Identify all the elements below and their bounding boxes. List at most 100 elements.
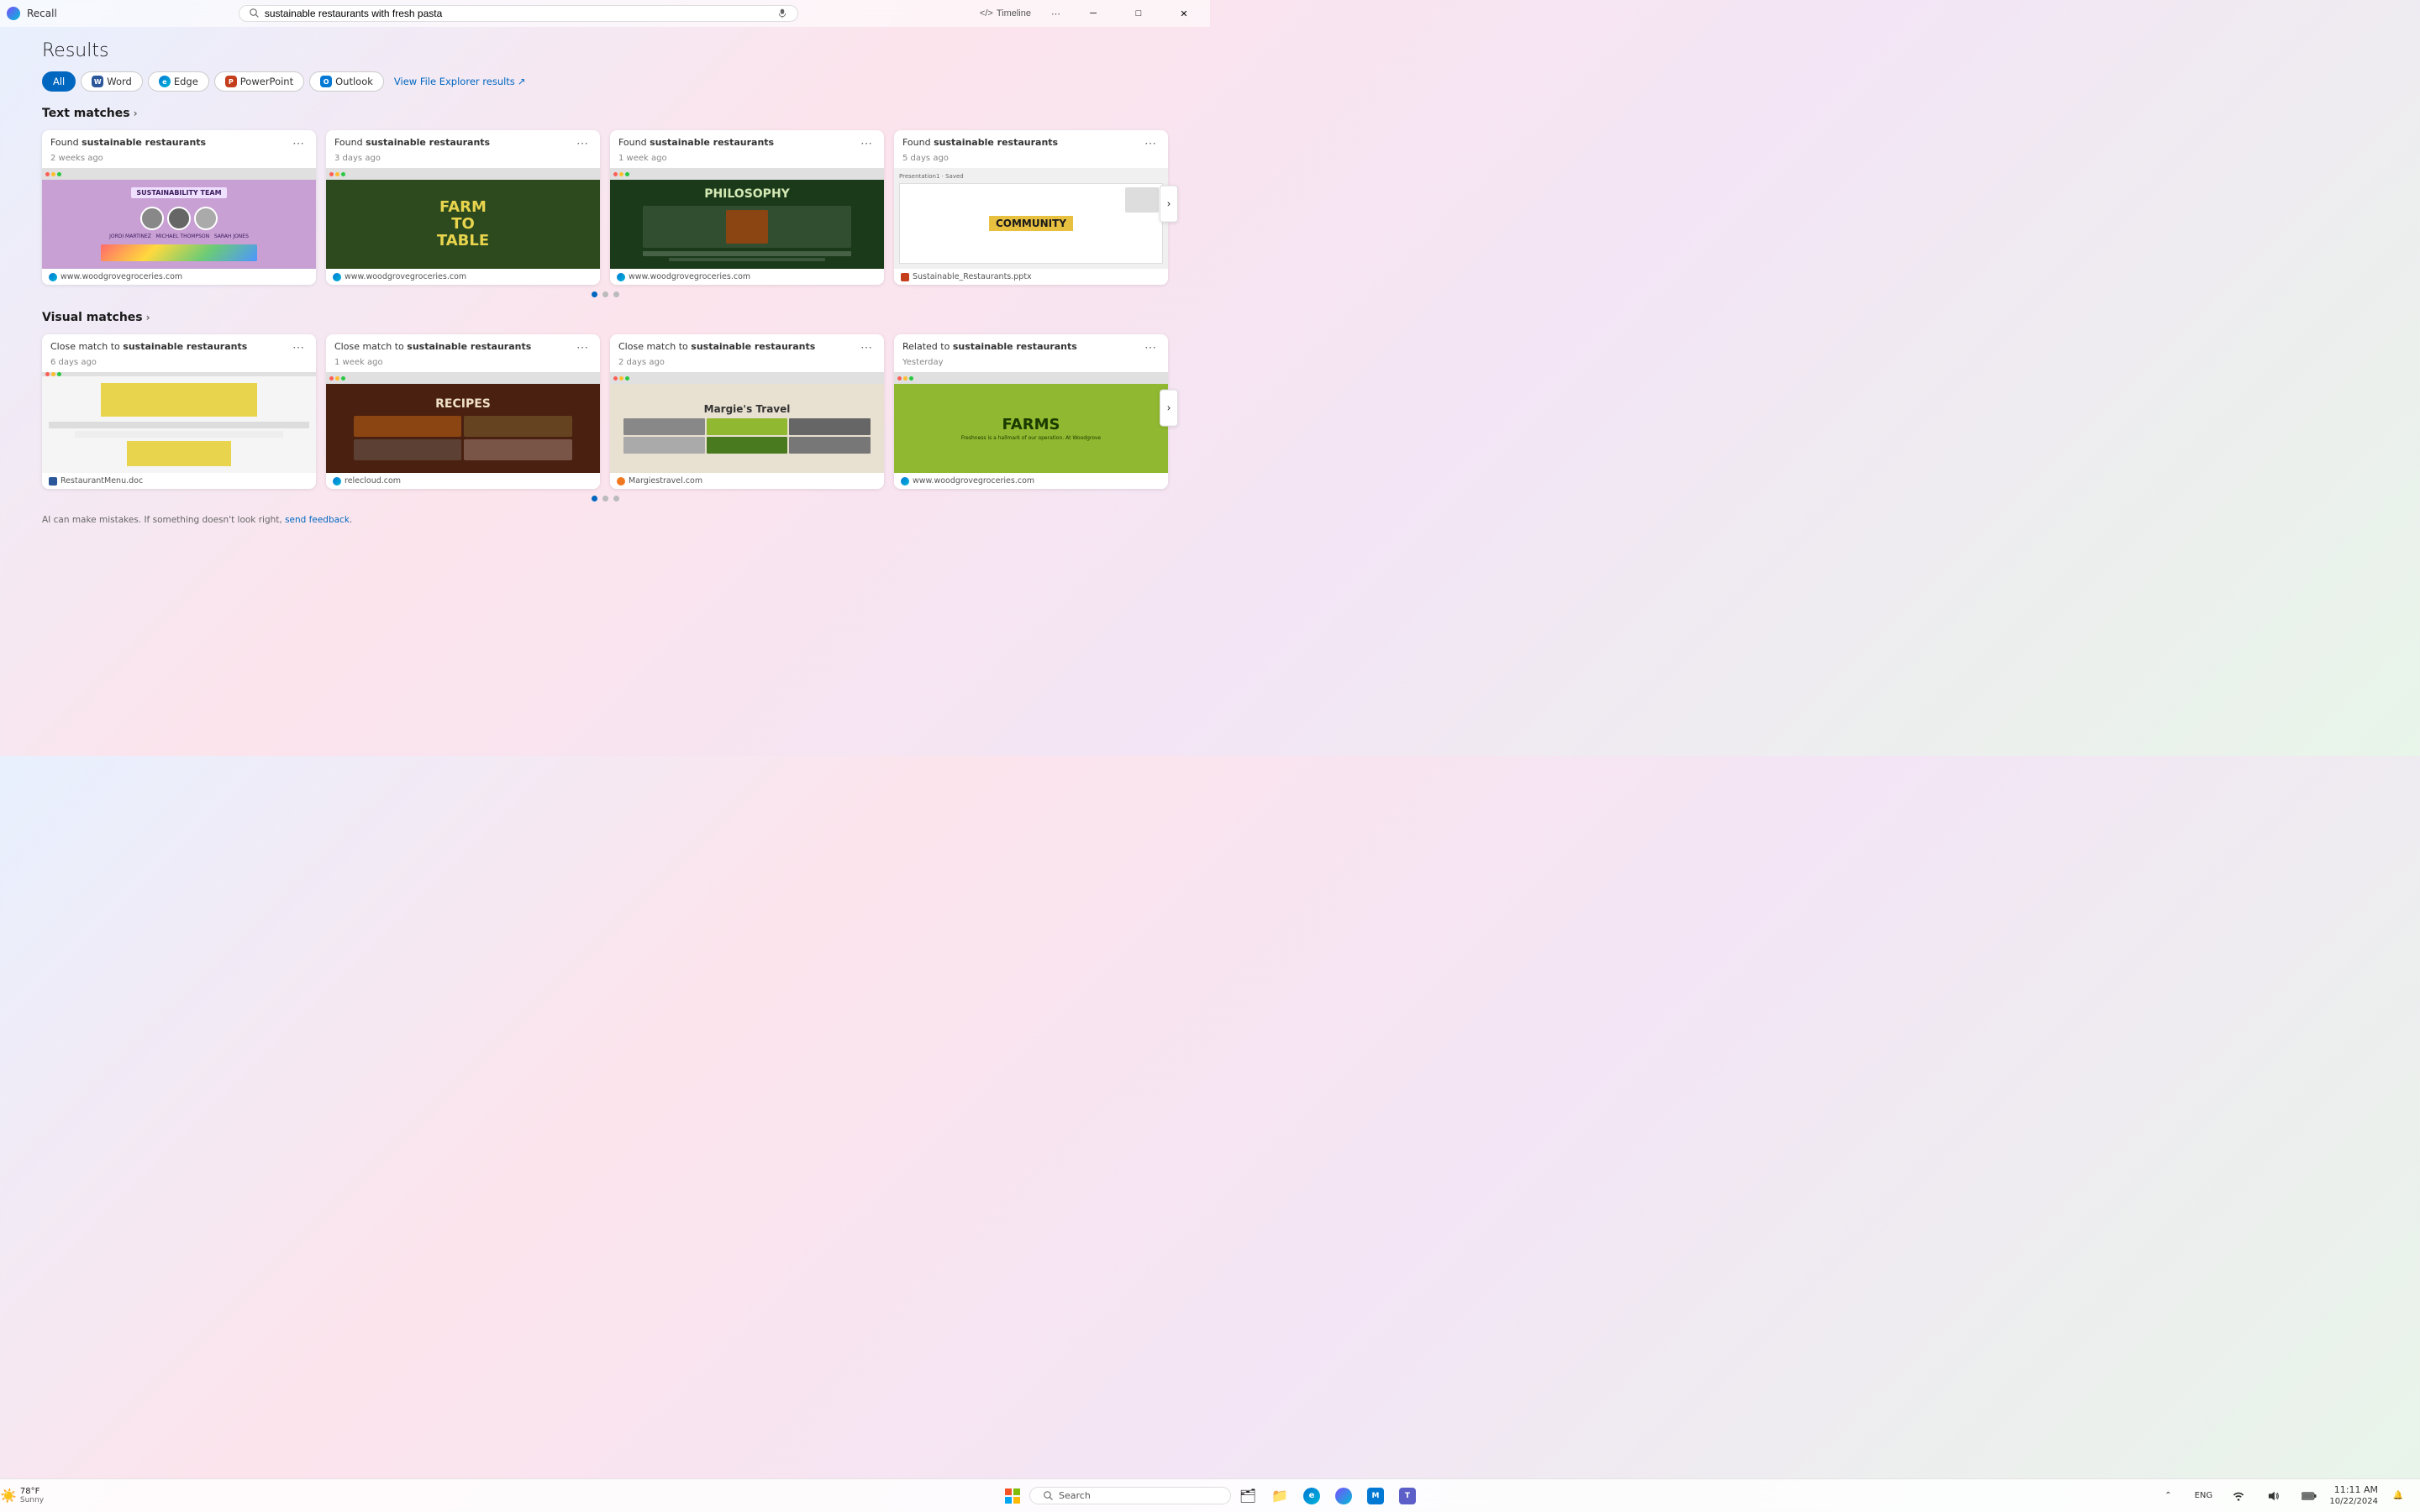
card-footer: www.woodgrovegroceries.com	[42, 269, 316, 285]
timeline-icon: </>	[980, 8, 993, 18]
card-more-button[interactable]: ⋯	[857, 341, 876, 353]
card-time: 2 days ago	[610, 356, 884, 372]
edge-source-icon	[333, 477, 341, 486]
system-tray-chevron[interactable]: ⌃	[2153, 1481, 2183, 1511]
language-indicator[interactable]: ENG	[2188, 1481, 2218, 1511]
filter-powerpoint[interactable]: P PowerPoint	[214, 71, 304, 92]
visual-match-card-3[interactable]: Related to sustainable restaurants ⋯ Yes…	[894, 334, 1168, 489]
maximize-button[interactable]: □	[1119, 0, 1158, 27]
taskbar-search[interactable]: Search	[1029, 1487, 1231, 1504]
taskbar-clock[interactable]: 11:11 AM 10/22/2024	[2329, 1484, 2378, 1507]
outlook-icon: O	[320, 76, 332, 87]
card-more-button[interactable]: ⋯	[857, 137, 876, 149]
dot-3[interactable]	[613, 291, 619, 297]
text-matches-section: Found sustainable restaurants ⋯ 2 weeks …	[42, 130, 1168, 285]
card-time: 3 days ago	[326, 152, 600, 168]
card-thumbnail: Presentation1 · Saved COMMUNITY	[894, 168, 1168, 269]
edge-source-icon	[333, 273, 341, 281]
text-match-card-1[interactable]: Found sustainable restaurants ⋯ 3 days a…	[326, 130, 600, 285]
card-source: Sustainable_Restaurants.pptx	[913, 272, 1032, 281]
text-matches-next-arrow[interactable]: ›	[1160, 186, 1178, 223]
battery-icon[interactable]	[2294, 1481, 2324, 1511]
card-more-button[interactable]: ⋯	[573, 137, 592, 149]
taskbar-search-label: Search	[1059, 1490, 1091, 1501]
send-feedback-link[interactable]: send feedback	[285, 515, 350, 525]
word-icon: W	[92, 76, 103, 87]
ppt-source-icon	[901, 273, 909, 281]
card-thumbnail: PHILOSOPHY	[610, 168, 884, 269]
card-more-button[interactable]: ⋯	[289, 341, 308, 353]
store-button[interactable]: M	[1360, 1481, 1391, 1511]
close-button[interactable]: ✕	[1165, 0, 1203, 27]
card-title: Close match to sustainable restaurants	[50, 341, 289, 352]
notification-button[interactable]: 🔔	[2383, 1481, 2413, 1511]
visual-matches-header[interactable]: Visual matches ›	[42, 311, 1168, 324]
view-explorer-link[interactable]: View File Explorer results ↗	[394, 76, 526, 87]
card-source: www.woodgrovegroceries.com	[629, 272, 750, 281]
page-title: Results	[42, 40, 1168, 61]
card-source: relecloud.com	[345, 476, 401, 486]
word-source-icon	[49, 477, 57, 486]
text-match-card-2[interactable]: Found sustainable restaurants ⋯ 1 week a…	[610, 130, 884, 285]
visual-match-card-1[interactable]: Close match to sustainable restaurants ⋯…	[326, 334, 600, 489]
text-matches-grid: Found sustainable restaurants ⋯ 2 weeks …	[42, 130, 1168, 285]
search-input[interactable]	[265, 8, 772, 19]
visual-dot-3[interactable]	[613, 496, 619, 501]
card-more-button[interactable]: ⋯	[1141, 137, 1160, 149]
card-more-button[interactable]: ⋯	[1141, 341, 1160, 353]
taskbar-left: ☀️ 78°F Sunny	[7, 1481, 37, 1511]
recall-app-button[interactable]	[1328, 1481, 1359, 1511]
sound-icon[interactable]	[2259, 1481, 2289, 1511]
network-icon[interactable]	[2223, 1481, 2254, 1511]
card-source: RestaurantMenu.doc	[60, 476, 143, 486]
chevron-right-icon-2: ›	[146, 312, 150, 323]
card-more-button[interactable]: ⋯	[289, 137, 308, 149]
visual-match-card-2[interactable]: Close match to sustainable restaurants ⋯…	[610, 334, 884, 489]
edge-source-icon	[617, 273, 625, 281]
timeline-button[interactable]: </> Timeline	[973, 5, 1038, 22]
filter-tabs: All W Word e Edge P PowerPoint O Outlook…	[42, 71, 1168, 92]
weather-temp: 78°F	[20, 1487, 44, 1496]
text-match-card-0[interactable]: Found sustainable restaurants ⋯ 2 weeks …	[42, 130, 316, 285]
card-title: Found sustainable restaurants	[618, 137, 857, 148]
weather-condition: Sunny	[20, 1496, 44, 1504]
edge-icon: e	[159, 76, 171, 87]
visual-matches-grid: Close match to sustainable restaurants ⋯…	[42, 334, 1168, 489]
weather-widget[interactable]: ☀️ 78°F Sunny	[7, 1481, 37, 1511]
dot-1[interactable]	[592, 291, 597, 297]
search-bar[interactable]	[239, 5, 798, 22]
edge-browser-button[interactable]: e	[1297, 1481, 1327, 1511]
filter-all[interactable]: All	[42, 71, 76, 92]
dot-2[interactable]	[602, 291, 608, 297]
text-matches-header[interactable]: Text matches ›	[42, 107, 1168, 120]
file-explorer-button[interactable]: 📁	[1265, 1481, 1295, 1511]
more-options-button[interactable]: ⋯	[1044, 5, 1067, 23]
card-footer: Margiestravel.com	[610, 473, 884, 489]
taskbar-right: ⌃ ENG 11:11 AM 10/22/2024	[2153, 1481, 2413, 1511]
filter-word[interactable]: W Word	[81, 71, 143, 92]
visual-dot-1[interactable]	[592, 496, 597, 501]
card-thumbnail: FARMS Freshness is a hallmark of our ope…	[894, 372, 1168, 473]
card-source: www.woodgrovegroceries.com	[913, 476, 1034, 486]
filter-outlook[interactable]: O Outlook	[309, 71, 384, 92]
card-thumbnail: RECIPES	[326, 372, 600, 473]
visual-matches-next-arrow[interactable]: ›	[1160, 390, 1178, 427]
minimize-button[interactable]: ─	[1074, 0, 1113, 27]
taskbar-search-icon	[1044, 1491, 1054, 1501]
visual-match-card-0[interactable]: Close match to sustainable restaurants ⋯…	[42, 334, 316, 489]
card-time: 5 days ago	[894, 152, 1168, 168]
teams-button[interactable]: T	[1392, 1481, 1423, 1511]
text-match-card-3[interactable]: Found sustainable restaurants ⋯ 5 days a…	[894, 130, 1168, 285]
edge-source-icon	[49, 273, 57, 281]
card-thumbnail: SUSTAINABILITY TEAM JORDI MARTINEZ MICHA…	[42, 168, 316, 269]
microphone-icon[interactable]	[777, 8, 787, 18]
card-more-button[interactable]: ⋯	[573, 341, 592, 353]
visual-dot-2[interactable]	[602, 496, 608, 501]
card-footer: www.woodgrovegroceries.com	[894, 473, 1168, 489]
filter-edge[interactable]: e Edge	[148, 71, 209, 92]
card-source: www.woodgrovegroceries.com	[60, 272, 182, 281]
card-footer: RestaurantMenu.doc	[42, 473, 316, 489]
external-link-icon: ↗	[518, 76, 526, 87]
start-menu-button[interactable]	[997, 1481, 1028, 1511]
widgets-button[interactable]: 🗂	[1233, 1481, 1263, 1511]
